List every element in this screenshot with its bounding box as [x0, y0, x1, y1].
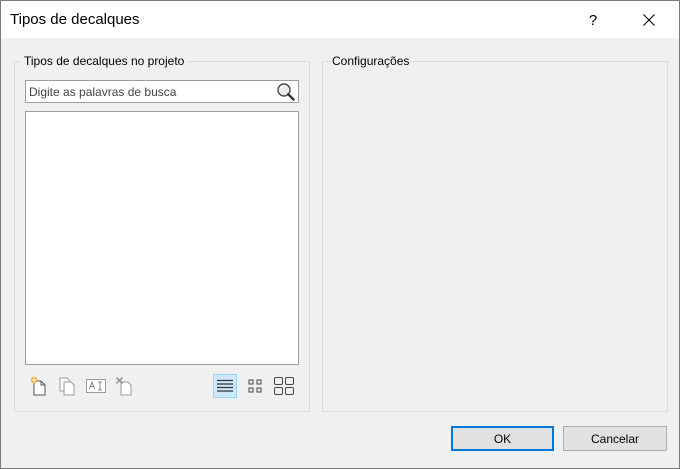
cancel-button[interactable]: Cancelar	[563, 426, 667, 451]
window-title: Tipos de decalques	[10, 11, 140, 28]
list-view-icon	[217, 379, 233, 392]
search-box	[25, 80, 299, 103]
large-icons-view-icon	[274, 377, 294, 395]
delete-button[interactable]	[113, 374, 137, 398]
decal-types-dialog: Tipos de decalques ? Tipos de decalques …	[0, 0, 680, 469]
search-icon[interactable]	[275, 81, 297, 102]
help-label: ?	[588, 11, 598, 29]
project-decal-types-group: Tipos de decalques no projeto	[14, 54, 310, 412]
close-button[interactable]	[627, 5, 671, 35]
title-bar: Tipos de decalques ?	[1, 1, 679, 38]
decal-types-list[interactable]	[25, 111, 299, 365]
ok-button[interactable]: OK	[451, 426, 554, 451]
small-icons-view-icon	[248, 379, 262, 393]
settings-label: Configurações	[329, 54, 413, 68]
large-icons-view-button[interactable]	[272, 374, 296, 398]
search-input[interactable]	[26, 81, 273, 102]
small-icons-view-button[interactable]	[243, 374, 267, 398]
ok-label: OK	[493, 431, 512, 446]
help-button[interactable]: ?	[573, 5, 613, 35]
new-type-icon	[30, 376, 46, 396]
delete-icon	[116, 377, 132, 396]
duplicate-icon	[59, 377, 75, 396]
rename-icon	[86, 379, 106, 393]
rename-button[interactable]	[84, 374, 108, 398]
cancel-label: Cancelar	[590, 431, 640, 446]
project-decal-types-label: Tipos de decalques no projeto	[21, 54, 188, 68]
settings-group: Configurações	[322, 54, 668, 412]
new-type-button[interactable]	[27, 374, 51, 398]
duplicate-button[interactable]	[55, 374, 79, 398]
list-view-button[interactable]	[213, 374, 237, 398]
close-icon	[643, 14, 655, 26]
